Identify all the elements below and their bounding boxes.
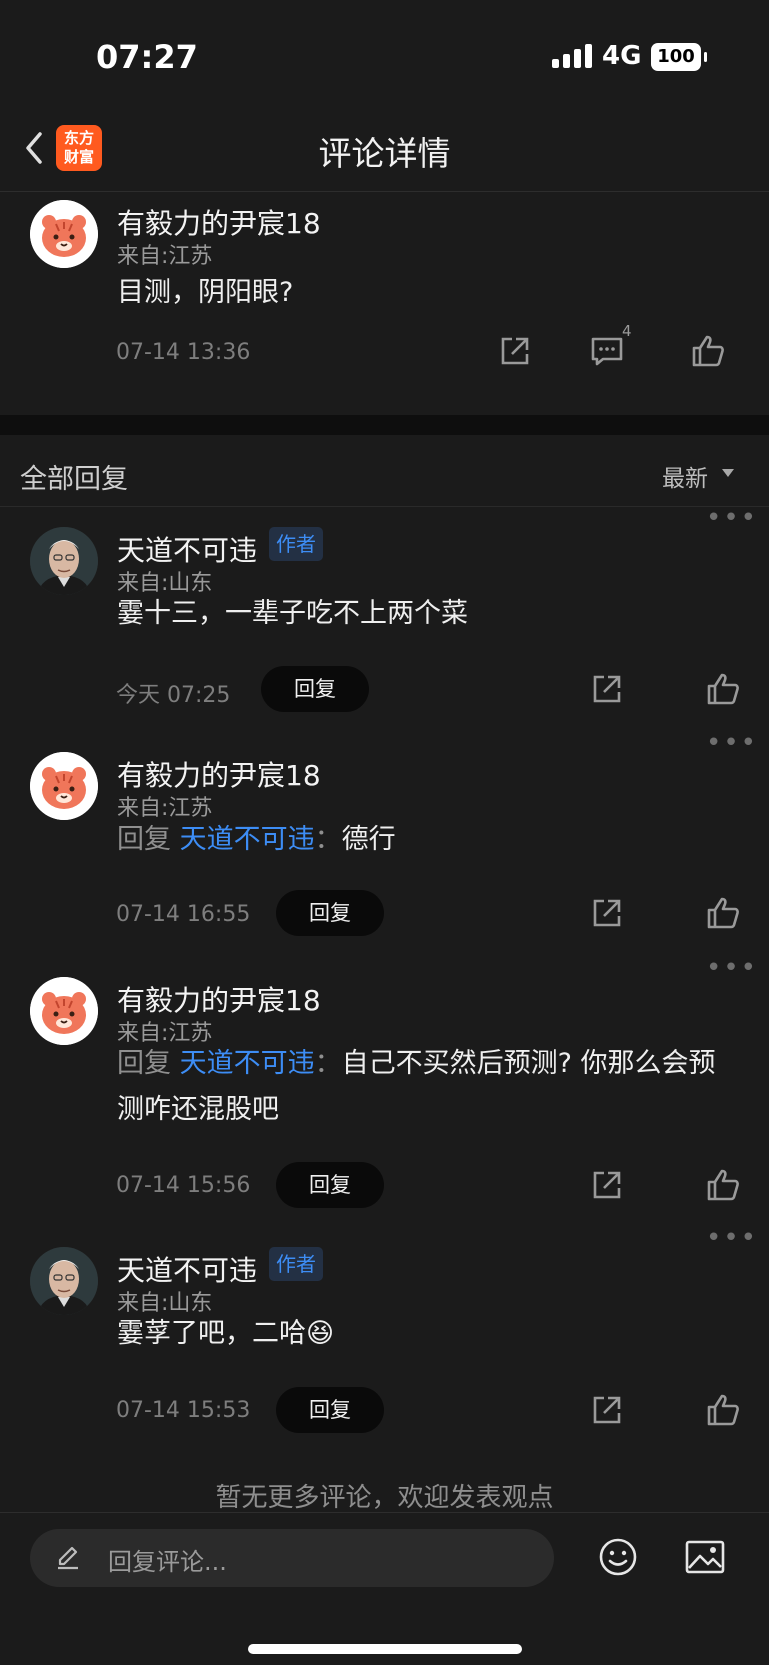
comment-icon[interactable] xyxy=(589,333,625,369)
reply-button[interactable]: 回复 xyxy=(276,890,384,936)
reply-author[interactable]: 有毅力的尹宸18 xyxy=(117,754,321,794)
reply-author[interactable]: 天道不可违 xyxy=(117,529,257,569)
avatar[interactable] xyxy=(30,527,98,595)
author-badge: 作者 xyxy=(269,1247,323,1281)
reply-text: 霎十三，一辈子吃不上两个菜 xyxy=(117,598,468,629)
author-badge: 作者 xyxy=(269,527,323,561)
caret-down-icon[interactable] xyxy=(722,469,734,477)
status-bar: 07:27 4G 100 xyxy=(0,0,769,110)
reply-timestamp: 07-14 15:56 xyxy=(116,1173,251,1198)
reply-prefix: 回复 xyxy=(117,1048,171,1079)
bottom-bar: 回复评论... xyxy=(0,1512,769,1665)
person-avatar-icon xyxy=(30,1247,98,1315)
replies-header: 全部回复 最新 xyxy=(0,435,769,507)
reply-button[interactable]: 回复 xyxy=(261,666,369,712)
reply-text: 回复 天道不可违：德行 xyxy=(117,817,396,863)
reply-input[interactable]: 回复评论... xyxy=(30,1529,554,1587)
comment-timestamp: 07-14 13:36 xyxy=(116,340,251,365)
reply-body: 德行 xyxy=(341,824,396,855)
sort-dropdown[interactable]: 最新 xyxy=(662,459,708,493)
reply-input-placeholder: 回复评论... xyxy=(108,1548,227,1576)
battery-icon: 100 xyxy=(651,43,707,71)
tiger-avatar-icon xyxy=(30,977,98,1045)
tiger-avatar-icon xyxy=(30,200,98,268)
status-time: 07:27 xyxy=(96,38,198,76)
more-icon[interactable]: ••• xyxy=(706,1223,758,1253)
reply-body: 霎莩了吧，二哈 xyxy=(117,1318,306,1349)
page-title: 评论详情 xyxy=(318,134,451,173)
reply-list: 天道不可违 作者 来自:山东 ••• 霎十三，一辈子吃不上两个菜 今天 07:2… xyxy=(0,503,769,1512)
avatar[interactable] xyxy=(30,200,98,268)
section-divider xyxy=(0,415,769,435)
reply-text: 回复 天道不可违：自己不买然后预测? 你那么会预测咋还混股吧 xyxy=(117,1041,737,1133)
thumbs-up-icon[interactable] xyxy=(705,1392,741,1428)
share-icon[interactable] xyxy=(497,333,533,369)
thumbs-up-icon[interactable] xyxy=(705,895,741,931)
avatar[interactable] xyxy=(30,1247,98,1315)
reply-author[interactable]: 天道不可违 xyxy=(117,1249,257,1289)
network-type: 4G xyxy=(602,41,642,71)
comment-author[interactable]: 有毅力的尹宸18 xyxy=(117,202,321,242)
tiger-avatar-icon xyxy=(30,752,98,820)
reply-count: 4 xyxy=(622,322,632,340)
more-icon[interactable]: ••• xyxy=(706,728,758,758)
image-icon[interactable] xyxy=(683,1535,727,1579)
thumbs-up-icon[interactable] xyxy=(705,1167,741,1203)
thumbs-up-icon[interactable] xyxy=(705,671,741,707)
nav-bar: 东方 财富 评论详情 xyxy=(0,110,769,192)
grinning-emoji-icon: 😆 xyxy=(306,1318,335,1349)
end-of-list-text: 暂无更多评论，欢迎发表观点 xyxy=(215,1483,554,1513)
reply-button[interactable]: 回复 xyxy=(276,1162,384,1208)
reply-text: 霎莩了吧，二哈😆 xyxy=(117,1311,334,1357)
person-avatar-icon xyxy=(30,527,98,595)
more-icon[interactable]: ••• xyxy=(706,503,758,533)
comment-text: 目测，阴阳眼? xyxy=(117,277,294,308)
avatar[interactable] xyxy=(30,977,98,1045)
share-icon[interactable] xyxy=(589,1167,625,1203)
main-comment: 有毅力的尹宸18 来自:江苏 目测，阴阳眼? 07-14 13:36 4 xyxy=(0,192,769,415)
more-icon[interactable]: ••• xyxy=(706,953,758,983)
reply-timestamp: 07-14 15:53 xyxy=(116,1398,251,1423)
comment-location: 来自:江苏 xyxy=(117,244,213,269)
mention-link[interactable]: 天道不可违 xyxy=(180,824,315,855)
thumbs-up-icon[interactable] xyxy=(690,333,726,369)
share-icon[interactable] xyxy=(589,1392,625,1428)
reply-author[interactable]: 有毅力的尹宸18 xyxy=(117,979,321,1019)
home-indicator xyxy=(248,1644,522,1654)
section-title: 全部回复 xyxy=(20,464,128,495)
share-icon[interactable] xyxy=(589,671,625,707)
reply-timestamp: 07-14 16:55 xyxy=(116,902,251,927)
signal-icon xyxy=(552,44,594,68)
share-icon[interactable] xyxy=(589,895,625,931)
mention-link[interactable]: 天道不可违 xyxy=(180,1048,315,1079)
reply-separator: ： xyxy=(314,1048,342,1079)
avatar[interactable] xyxy=(30,752,98,820)
reply-button[interactable]: 回复 xyxy=(276,1387,384,1433)
emoji-icon[interactable] xyxy=(596,1535,640,1579)
reply-prefix: 回复 xyxy=(117,824,171,855)
reply-timestamp: 今天 07:25 xyxy=(116,683,231,708)
pencil-icon xyxy=(58,1546,78,1570)
reply-separator: ： xyxy=(314,824,342,855)
